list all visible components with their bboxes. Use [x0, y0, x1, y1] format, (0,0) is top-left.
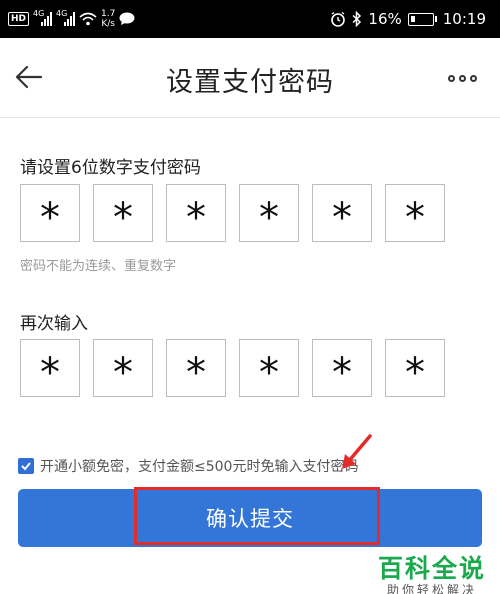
pin-digit-5[interactable]: * [312, 184, 372, 242]
check-icon [21, 462, 31, 471]
status-left: HD 4G 4G 1.7 K/s [8, 0, 135, 38]
clock: 10:19 [442, 10, 486, 28]
set-pin-label: 请设置6位数字支付密码 [20, 158, 201, 178]
confirm-digit-1[interactable]: * [20, 339, 80, 397]
app-header: 设置支付密码 [0, 38, 500, 118]
hd-badge: HD [8, 12, 30, 26]
pin-digit-2[interactable]: * [93, 184, 153, 242]
watermark-logo: 百科全说 助你轻松解决 [364, 555, 500, 594]
watermark-title: 百科全说 [377, 554, 486, 583]
set-pin-input[interactable]: * * * * * * [20, 184, 445, 242]
net-speed-unit: K/s [101, 19, 115, 29]
signal-icon: 4G [33, 9, 53, 26]
wifi-icon [79, 12, 97, 26]
bluetooth-icon [352, 11, 362, 27]
alarm-icon [331, 11, 346, 27]
agree-checkbox[interactable] [18, 458, 34, 474]
net-speed: 1.7 K/s [101, 9, 115, 29]
network-type-1: 4G [33, 9, 45, 18]
confirm-digit-6[interactable]: * [385, 339, 445, 397]
battery-icon [407, 12, 437, 26]
pin-digit-4[interactable]: * [239, 184, 299, 242]
confirm-pin-input[interactable]: * * * * * * [20, 339, 445, 397]
confirm-digit-5[interactable]: * [312, 339, 372, 397]
pin-digit-6[interactable]: * [385, 184, 445, 242]
confirm-digit-4[interactable]: * [239, 339, 299, 397]
agree-text: 开通小额免密，支付金额≤500元时免输入支付密码 [40, 459, 359, 475]
pin-rule-hint: 密码不能为连续、重复数字 [20, 259, 177, 274]
status-bar: HD 4G 4G 1.7 K/s 16% 10:19 [0, 0, 500, 38]
network-type-2: 4G [56, 9, 68, 18]
pin-digit-3[interactable]: * [166, 184, 226, 242]
pin-digit-1[interactable]: * [20, 184, 80, 242]
confirm-digit-3[interactable]: * [166, 339, 226, 397]
confirm-digit-2[interactable]: * [93, 339, 153, 397]
net-speed-value: 1.7 [101, 9, 116, 19]
small-amount-option: 开通小额免密，支付金额≤500元时免输入支付密码 [18, 456, 358, 476]
watermark-subtitle: 助你轻松解决 [386, 583, 477, 594]
more-options-icon[interactable] [448, 71, 478, 85]
annotation-arrow-icon [342, 434, 372, 469]
confirm-pin-label: 再次输入 [20, 314, 88, 334]
signal-icon-2: 4G [56, 9, 76, 26]
status-right: 16% 10:19 [330, 0, 486, 38]
battery-percent: 16% [368, 10, 402, 28]
page-title: 设置支付密码 [166, 67, 334, 98]
chat-icon [119, 12, 135, 25]
confirm-submit-button[interactable]: 确认提交 [18, 489, 482, 547]
